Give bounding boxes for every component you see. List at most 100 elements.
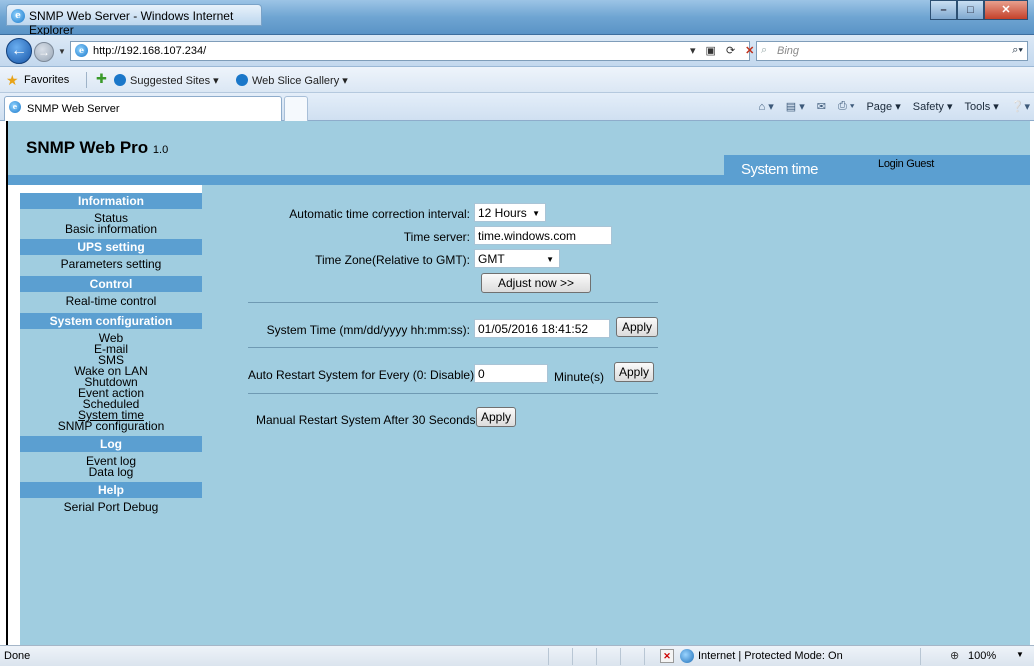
- favorites-button[interactable]: Favorites: [24, 74, 69, 86]
- tab-title: SNMP Web Server: [27, 103, 120, 115]
- safety-menu[interactable]: Safety ▾: [913, 100, 953, 113]
- print-icon[interactable]: ⎙ ▾: [838, 100, 854, 113]
- divider: [86, 72, 87, 88]
- divider: [644, 648, 645, 665]
- search-icon[interactable]: ⌕▾: [1012, 44, 1023, 57]
- tab-ie-icon: e: [9, 101, 21, 113]
- window-left-edge: [0, 121, 8, 645]
- zoom-level[interactable]: 100%: [968, 650, 996, 662]
- main-panel: Automatic time correction interval: 12 H…: [202, 185, 1030, 645]
- tools-menu[interactable]: Tools ▾: [965, 100, 999, 113]
- maximize-button[interactable]: □: [957, 0, 984, 20]
- sidebar-nav: Information Status Basic information UPS…: [20, 193, 202, 645]
- login-label[interactable]: Login: [878, 158, 904, 170]
- time-zone-label: Time Zone(Relative to GMT):: [315, 253, 470, 267]
- sidebar-item-serial-port-debug[interactable]: Serial Port Debug: [20, 501, 202, 513]
- page-content: SNMP Web Pro 1.0 System time Login Guest…: [8, 121, 1030, 645]
- window-titlebar: e SNMP Web Server - Windows Internet Exp…: [0, 0, 1034, 37]
- interval-select[interactable]: 12 Hours ▼: [474, 203, 546, 222]
- sidebar-header-information: Information: [20, 193, 202, 209]
- manual-restart-label: Manual Restart System After 30 Seconds.: [256, 413, 479, 427]
- time-zone-value: GMT: [478, 252, 505, 266]
- sidebar-item-parameters-setting[interactable]: Parameters setting: [20, 258, 202, 270]
- time-server-input[interactable]: time.windows.com: [474, 226, 612, 245]
- back-button[interactable]: ←: [6, 38, 32, 64]
- favorites-bar: ★ Favorites ✚ Suggested Sites ▾ Web Slic…: [0, 67, 1034, 93]
- ie-page-icon: [236, 74, 248, 86]
- search-provider-icon: ⌕: [761, 44, 768, 56]
- divider: [620, 648, 621, 665]
- tab-bar: e SNMP Web Server ⌂ ▾ ▤ ▾ ✉ ⎙ ▾ Page ▾ S…: [0, 93, 1034, 121]
- brand-name: SNMP Web Pro: [26, 138, 149, 157]
- login-user: Guest: [906, 158, 935, 170]
- sidebar-header-help: Help: [20, 482, 202, 498]
- sidebar-header-control: Control: [20, 276, 202, 292]
- adjust-now-button[interactable]: Adjust now >>: [481, 273, 591, 293]
- close-button[interactable]: ✕: [984, 0, 1028, 20]
- dropdown-icon[interactable]: ▾: [690, 44, 696, 57]
- tab-snmp-web-server[interactable]: e SNMP Web Server: [4, 96, 282, 121]
- url-text: http://192.168.107.234/: [93, 45, 207, 57]
- auto-restart-label: Auto Restart System for Every (0: Disabl…: [248, 368, 478, 382]
- search-placeholder: Bing: [777, 45, 800, 57]
- page-menu[interactable]: Page ▾: [866, 100, 900, 113]
- chevron-down-icon: ▼: [546, 255, 554, 264]
- compat-view-icon[interactable]: ▣: [706, 44, 716, 57]
- auto-restart-unit: Minute(s): [554, 370, 605, 384]
- globe-icon: [680, 649, 694, 663]
- search-input[interactable]: ⌕ Bing ⌕▾: [756, 41, 1028, 61]
- divider: [248, 347, 658, 348]
- address-bar: ← → ▼ e http://192.168.107.234/ ▾ ▣ ⟳ ✕ …: [0, 35, 1034, 67]
- chevron-down-icon: ▼: [532, 209, 540, 218]
- sidebar-header-ups-setting: UPS setting: [20, 239, 202, 255]
- fav-web-slice-gallery[interactable]: Web Slice Gallery ▾: [252, 74, 348, 87]
- time-zone-select[interactable]: GMT ▼: [474, 249, 560, 268]
- sidebar-item-basic-information[interactable]: Basic information: [20, 223, 202, 235]
- divider: [572, 648, 573, 665]
- window-title-tab: e SNMP Web Server - Windows Internet Exp…: [6, 4, 262, 37]
- sidebar-item-data-log[interactable]: Data log: [20, 466, 202, 478]
- system-time-input[interactable]: 01/05/2016 18:41:52: [474, 319, 610, 338]
- divider: [596, 648, 597, 665]
- system-time-label: System Time (mm/dd/yyyy hh:mm:ss):: [266, 323, 470, 337]
- stop-icon[interactable]: ✕: [745, 44, 754, 57]
- sidebar-header-system-configuration: System configuration: [20, 313, 202, 329]
- forward-button[interactable]: →: [34, 42, 54, 62]
- status-bar: Done ✕ Internet | Protected Mode: On ⊕ 1…: [0, 645, 1034, 666]
- window-title: SNMP Web Server - Windows Internet Explo…: [29, 9, 234, 37]
- time-server-label: Time server:: [403, 230, 470, 244]
- new-tab-button[interactable]: [284, 96, 308, 121]
- apply-manual-restart-button[interactable]: Apply: [476, 407, 516, 427]
- fav-suggested-sites[interactable]: Suggested Sites ▾: [130, 74, 219, 87]
- sidebar-header-log: Log: [20, 436, 202, 452]
- help-icon[interactable]: ❔▾: [1011, 100, 1030, 113]
- refresh-icon[interactable]: ⟳: [726, 44, 735, 57]
- ie-logo-icon: e: [11, 9, 25, 23]
- ie-page-icon: [114, 74, 126, 86]
- apply-system-time-button[interactable]: Apply: [616, 317, 658, 337]
- interval-value: 12 Hours: [478, 206, 527, 220]
- status-text: Done: [4, 650, 31, 662]
- zoom-icon[interactable]: ⊕: [950, 649, 959, 662]
- chevron-down-icon[interactable]: ▼: [1016, 650, 1024, 659]
- url-field[interactable]: e http://192.168.107.234/: [70, 41, 750, 61]
- favorites-star-icon[interactable]: ★: [6, 72, 19, 89]
- popup-blocked-icon[interactable]: ✕: [660, 649, 674, 663]
- sidebar-item-snmp-configuration[interactable]: SNMP configuration: [20, 420, 202, 432]
- command-bar: ⌂ ▾ ▤ ▾ ✉ ⎙ ▾ Page ▾ Safety ▾ Tools ▾ ❔▾: [759, 100, 1030, 113]
- auto-restart-input[interactable]: 0: [474, 364, 548, 383]
- history-dropdown-icon[interactable]: ▼: [58, 47, 66, 56]
- security-zone[interactable]: Internet | Protected Mode: On: [698, 650, 843, 662]
- divider: [920, 648, 921, 665]
- brand-version: 1.0: [152, 144, 169, 156]
- sidebar-item-real-time-control[interactable]: Real-time control: [20, 295, 202, 307]
- feeds-icon[interactable]: ▤ ▾: [786, 100, 805, 113]
- home-icon[interactable]: ⌂ ▾: [759, 100, 774, 113]
- mail-icon[interactable]: ✉: [817, 100, 826, 113]
- brand-title: SNMP Web Pro 1.0: [26, 138, 168, 158]
- apply-auto-restart-button[interactable]: Apply: [614, 362, 654, 382]
- add-favorite-icon[interactable]: ✚: [96, 71, 107, 87]
- login-status: Login Guest: [878, 158, 934, 170]
- window-controls: – □ ✕: [930, 0, 1028, 20]
- minimize-button[interactable]: –: [930, 0, 957, 20]
